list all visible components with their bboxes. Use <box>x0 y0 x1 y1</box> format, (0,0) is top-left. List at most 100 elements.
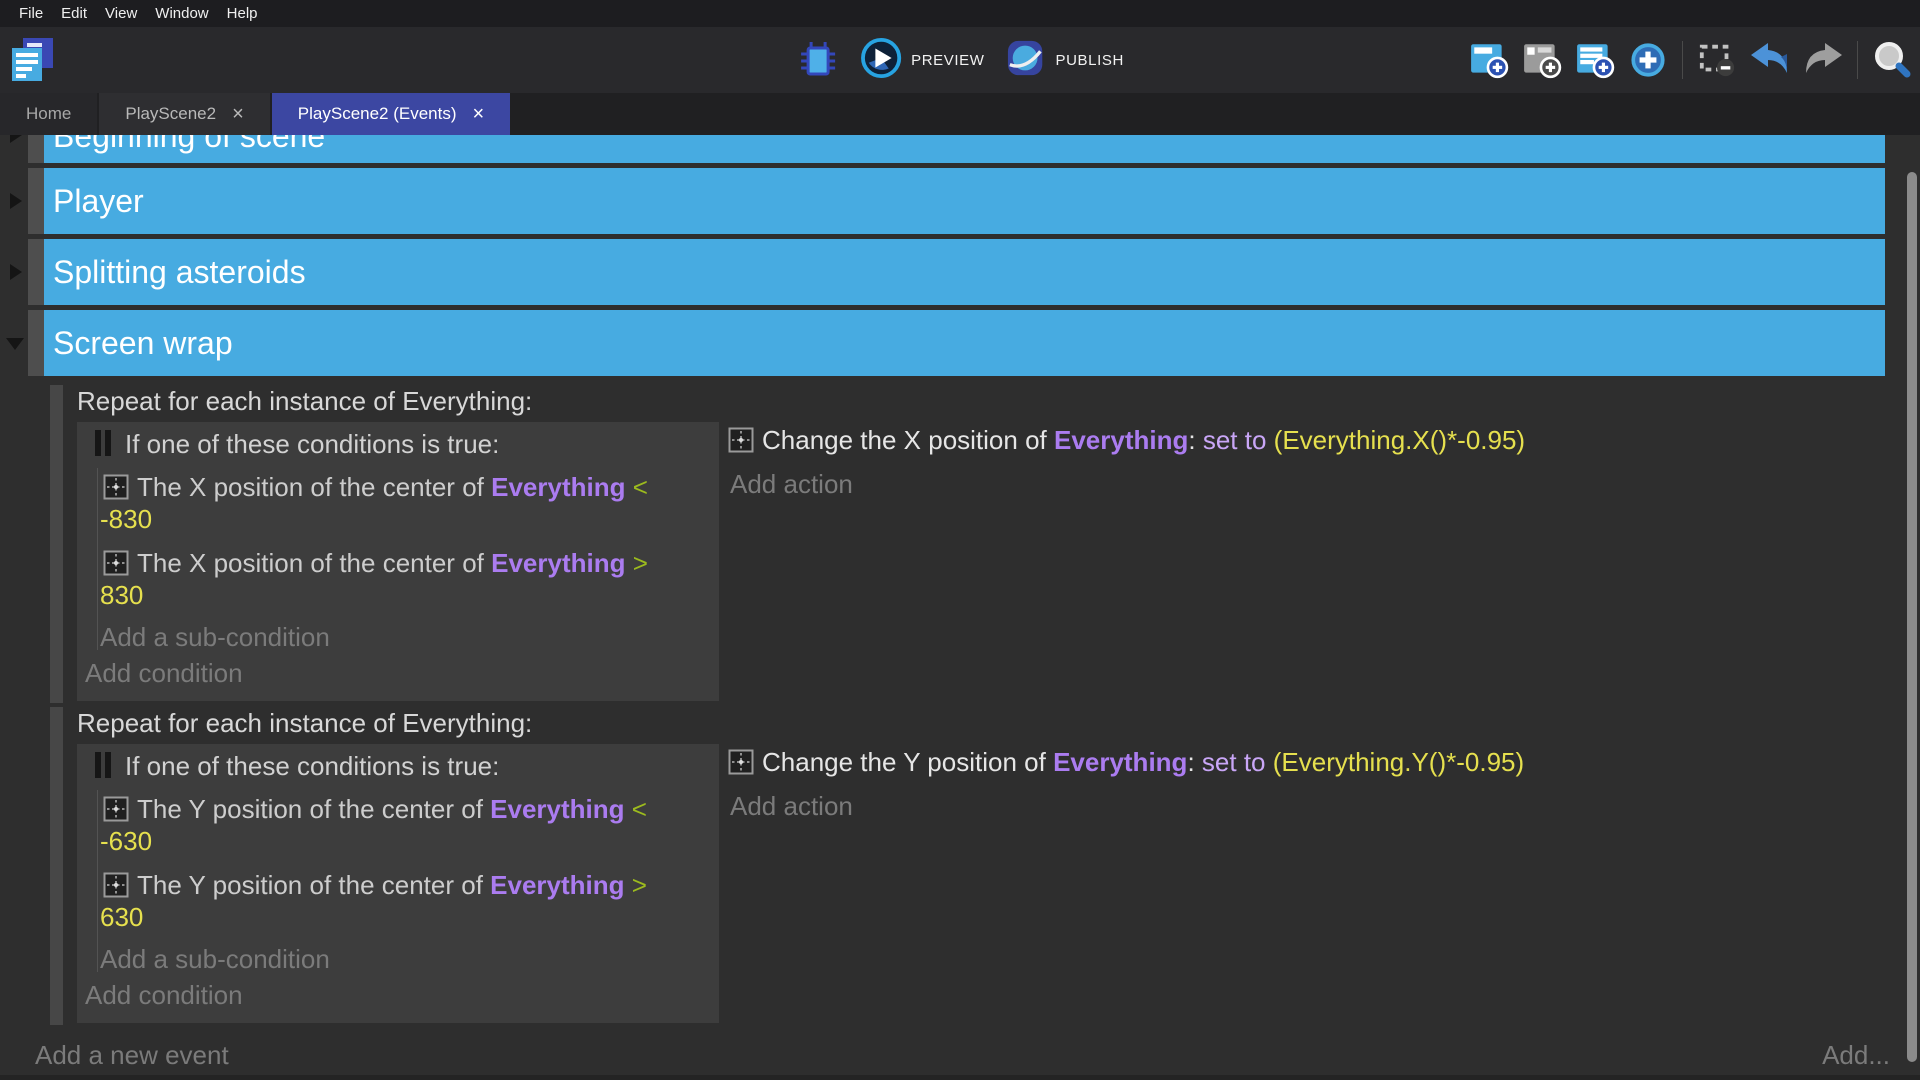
set-to-text: set to <box>1202 747 1266 777</box>
menu-file[interactable]: File <box>10 5 52 22</box>
tree-guide-line <box>97 790 98 972</box>
collapse-arrow-icon[interactable] <box>10 135 22 143</box>
action-row[interactable]: Change the X position of Everything: set… <box>728 424 1525 457</box>
event-drag-handle[interactable] <box>50 707 63 1025</box>
add-action-link[interactable]: Add action <box>730 469 1525 500</box>
tab-label: Home <box>26 104 71 124</box>
set-to-text: set to <box>1203 425 1267 455</box>
add-condition-link[interactable]: Add condition <box>85 979 711 1011</box>
actions-column: Change the X position of Everything: set… <box>728 424 1525 500</box>
group-drag-handle[interactable] <box>28 168 44 234</box>
toolbar-separator <box>1857 41 1858 79</box>
tab-bar: Home PlayScene2 × PlayScene2 (Events) × <box>0 93 1920 135</box>
group-drag-handle[interactable] <box>28 135 44 163</box>
preview-label: PREVIEW <box>911 52 984 69</box>
redo-icon[interactable] <box>1801 39 1845 81</box>
group-drag-handle[interactable] <box>28 310 44 376</box>
condition-row[interactable]: The X position of the center of Everythi… <box>103 471 711 503</box>
condition-text: The X position of the center of <box>137 472 484 502</box>
condition-row[interactable]: The Y position of the center of Everythi… <box>103 793 711 825</box>
operator: < <box>632 794 647 824</box>
menu-window[interactable]: Window <box>146 5 217 22</box>
tab-home[interactable]: Home <box>0 93 97 135</box>
position-icon <box>728 749 754 775</box>
play-circle-icon <box>860 37 902 84</box>
condition-value: -830 <box>100 503 711 535</box>
close-icon[interactable]: × <box>232 104 244 124</box>
event-group-player[interactable]: Player <box>44 168 1885 234</box>
or-icon <box>95 430 115 463</box>
or-icon <box>95 752 115 785</box>
action-row[interactable]: Change the Y position of Everything: set… <box>728 746 1524 779</box>
publish-button[interactable]: PUBLISH <box>1005 37 1124 84</box>
toolbar-right <box>1467 27 1914 93</box>
expression: (Everything.X()*-0.95) <box>1274 425 1525 455</box>
undo-icon[interactable] <box>1748 39 1792 81</box>
condition-value: 630 <box>100 901 711 933</box>
object-name: Everything <box>1053 747 1187 777</box>
or-condition-row[interactable]: If one of these conditions is true: <box>95 750 711 785</box>
position-icon <box>103 550 129 576</box>
add-circle-icon[interactable] <box>1626 39 1670 81</box>
repeat-event-y[interactable]: Repeat for each instance of Everything: … <box>50 707 1895 1025</box>
condition-value: -630 <box>100 825 711 857</box>
expression: (Everything.Y()*-0.95) <box>1273 747 1524 777</box>
event-group-splitting-asteroids[interactable]: Splitting asteroids <box>44 239 1885 305</box>
condition-row[interactable]: The Y position of the center of Everythi… <box>103 869 711 901</box>
position-icon <box>728 427 754 453</box>
add-action-link[interactable]: Add action <box>730 791 1524 822</box>
position-icon <box>103 474 129 500</box>
actions-column: Change the Y position of Everything: set… <box>728 746 1524 822</box>
event-group-beginning-of-scene[interactable]: Beginning of scene <box>44 135 1885 163</box>
search-icon[interactable] <box>1870 39 1914 81</box>
collapse-arrow-icon[interactable] <box>10 264 22 280</box>
condition-text: The Y position of the center of <box>137 794 483 824</box>
close-icon[interactable]: × <box>473 104 485 124</box>
tab-playscene2[interactable]: PlayScene2 × <box>99 93 269 135</box>
conditions-block: If one of these conditions is true: The … <box>77 744 719 1023</box>
toggle-disabled-icon[interactable] <box>1695 39 1739 81</box>
repeat-header[interactable]: Repeat for each instance of Everything: <box>77 385 532 418</box>
menu-view[interactable]: View <box>96 5 146 22</box>
colon: : <box>1188 425 1195 455</box>
gdevelop-logo-icon[interactable] <box>8 37 56 83</box>
group-drag-handle[interactable] <box>28 239 44 305</box>
add-new-event-link[interactable]: Add a new event <box>35 1040 229 1071</box>
event-drag-handle[interactable] <box>50 385 63 703</box>
object-name: Everything <box>1054 425 1188 455</box>
or-label: If one of these conditions is true: <box>125 751 499 781</box>
add-sub-condition-link[interactable]: Add a sub-condition <box>100 943 711 975</box>
add-sub-condition-link[interactable]: Add a sub-condition <box>100 621 711 653</box>
add-more-link[interactable]: Add... <box>1822 1040 1890 1071</box>
expand-arrow-icon[interactable] <box>6 338 24 350</box>
group-title: Beginning of scene <box>53 135 325 155</box>
menu-help[interactable]: Help <box>218 5 267 22</box>
action-text: Change the Y position of <box>762 747 1046 777</box>
preview-button[interactable]: PREVIEW <box>860 37 984 84</box>
add-comment-icon[interactable] <box>1520 39 1564 81</box>
object-name: Everything <box>490 794 624 824</box>
add-condition-link[interactable]: Add condition <box>85 657 711 689</box>
or-label: If one of these conditions is true: <box>125 429 499 459</box>
debug-icon[interactable] <box>796 39 840 81</box>
tab-playscene2-events[interactable]: PlayScene2 (Events) × <box>272 93 510 135</box>
repeat-event-x[interactable]: Repeat for each instance of Everything: … <box>50 385 1895 703</box>
tab-label: PlayScene2 <box>125 104 216 124</box>
toolbar: PREVIEW PUBLISH <box>0 27 1920 93</box>
position-icon <box>103 796 129 822</box>
toolbar-separator <box>1682 41 1683 79</box>
event-group-screen-wrap[interactable]: Screen wrap <box>44 310 1885 376</box>
repeat-header[interactable]: Repeat for each instance of Everything: <box>77 707 532 740</box>
globe-icon <box>1005 37 1047 84</box>
collapse-arrow-icon[interactable] <box>10 193 22 209</box>
condition-value: 830 <box>100 579 711 611</box>
operator: > <box>632 870 647 900</box>
scrollbar-thumb[interactable] <box>1907 172 1917 1062</box>
condition-row[interactable]: The X position of the center of Everythi… <box>103 547 711 579</box>
add-subevent-icon[interactable] <box>1573 39 1617 81</box>
or-condition-row[interactable]: If one of these conditions is true: <box>95 428 711 463</box>
menu-edit[interactable]: Edit <box>52 5 96 22</box>
tree-guide-line <box>97 468 98 650</box>
add-event-icon[interactable] <box>1467 39 1511 81</box>
operator: < <box>633 472 648 502</box>
